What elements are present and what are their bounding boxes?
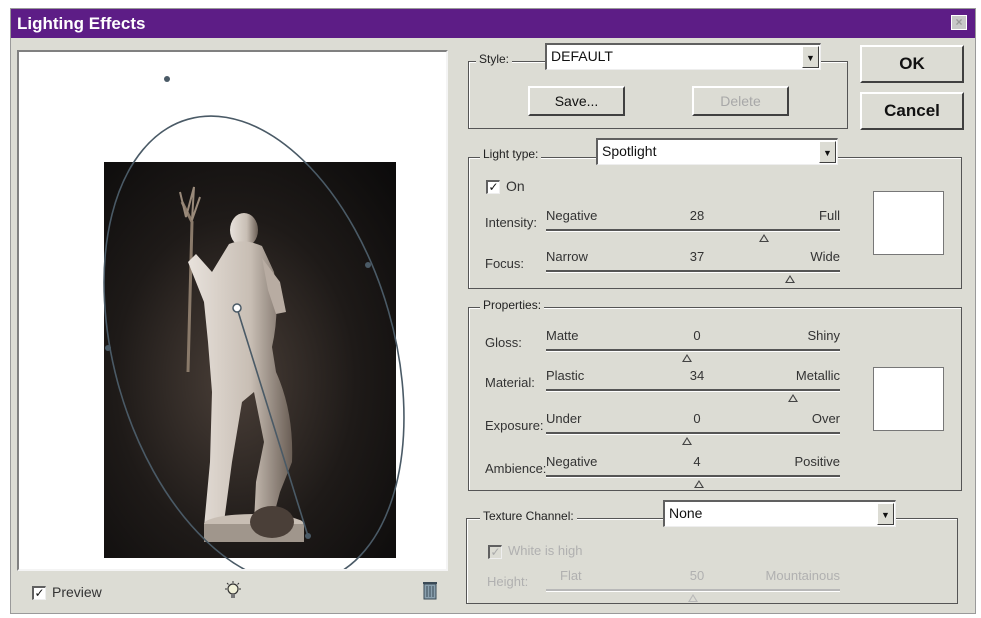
chevron-down-icon[interactable]: ▼	[802, 46, 819, 68]
white-is-high-label: White is high	[508, 543, 583, 558]
height-track[interactable]	[546, 589, 840, 592]
ellipse-handle-left[interactable]	[105, 345, 111, 351]
material-value: 34	[689, 368, 705, 383]
gloss-slider[interactable]: Matte 0 Shiny	[546, 328, 840, 372]
intensity-track[interactable]	[546, 229, 840, 232]
texture-channel-label: Texture Channel:	[480, 509, 577, 523]
chevron-down-icon[interactable]: ▼	[877, 503, 894, 525]
ok-button[interactable]: OK	[860, 45, 964, 83]
height-label: Height:	[487, 574, 529, 589]
intensity-label: Intensity:	[485, 215, 538, 230]
exposure-track[interactable]	[546, 432, 840, 435]
save-style-button[interactable]: Save...	[528, 86, 625, 116]
ambience-slider[interactable]: Negative 4 Positive	[546, 454, 840, 498]
ellipse-handle-top[interactable]	[164, 76, 170, 82]
style-value: DEFAULT	[551, 48, 613, 64]
white-is-high-checkbox[interactable]: ✓	[488, 545, 502, 559]
material-max-label: Metallic	[795, 368, 840, 383]
light-on-checkbox[interactable]: ✓	[486, 180, 500, 194]
height-min-label: Flat	[560, 568, 582, 583]
intensity-value: 28	[689, 208, 705, 223]
exposure-value: 0	[693, 411, 701, 426]
focus-max-label: Wide	[810, 249, 840, 264]
gloss-min-label: Matte	[546, 328, 579, 343]
gloss-label: Gloss:	[485, 335, 522, 350]
material-slider[interactable]: Plastic 34 Metallic	[546, 368, 840, 412]
exposure-slider[interactable]: Under 0 Over	[546, 411, 840, 455]
intensity-min-label: Negative	[546, 208, 598, 223]
delete-style-button[interactable]: Delete	[692, 86, 789, 116]
intensity-slider[interactable]: Negative 28 Full	[546, 208, 840, 252]
properties-label: Properties:	[480, 298, 545, 312]
ellipse-handle-right[interactable]	[365, 262, 371, 268]
height-slider[interactable]: Flat 50 Mountainous	[546, 568, 840, 612]
focus-thumb[interactable]	[785, 275, 796, 283]
chevron-down-icon[interactable]: ▼	[819, 141, 836, 163]
style-select[interactable]: DEFAULT ▼	[545, 43, 821, 70]
gloss-max-label: Shiny	[807, 328, 840, 343]
material-track[interactable]	[546, 389, 840, 392]
ambience-value: 4	[693, 454, 701, 469]
material-min-label: Plastic	[546, 368, 585, 383]
exposure-max-label: Over	[811, 411, 840, 426]
light-type-label: Light type:	[480, 147, 542, 161]
dialog-title: Lighting Effects	[17, 14, 146, 33]
preview-pane[interactable]	[17, 50, 448, 571]
ambience-max-label: Positive	[794, 454, 840, 469]
style-label: Style:	[476, 52, 513, 66]
style-group	[468, 61, 848, 129]
focus-value: 37	[689, 249, 705, 264]
intensity-max-label: Full	[819, 208, 840, 223]
height-thumb[interactable]	[688, 594, 698, 602]
ambient-color-swatch[interactable]	[873, 367, 944, 431]
exposure-label: Exposure:	[485, 418, 544, 433]
ambience-thumb[interactable]	[693, 480, 704, 488]
intensity-thumb[interactable]	[758, 234, 769, 242]
texture-channel-value: None	[669, 505, 703, 521]
close-icon[interactable]: ×	[951, 15, 967, 30]
material-thumb[interactable]	[787, 394, 798, 402]
texture-channel-select[interactable]: None ▼	[663, 500, 896, 527]
exposure-thumb[interactable]	[682, 437, 693, 445]
focus-min-label: Narrow	[546, 249, 588, 264]
height-value: 50	[689, 568, 705, 583]
gloss-value: 0	[693, 328, 701, 343]
preview-checkbox[interactable]: ✓	[32, 586, 46, 600]
title-bar: Lighting Effects ×	[11, 9, 975, 38]
light-on-label: On	[506, 178, 525, 194]
gloss-track[interactable]	[546, 349, 840, 352]
preview-label: Preview	[52, 584, 102, 600]
ambience-label: Ambience:	[485, 461, 547, 476]
light-type-value: Spotlight	[602, 143, 657, 159]
cancel-button[interactable]: Cancel	[860, 92, 964, 130]
height-max-label: Mountainous	[765, 568, 840, 583]
exposure-min-label: Under	[546, 411, 582, 426]
light-center-handle[interactable]	[232, 303, 242, 313]
light-type-select[interactable]: Spotlight ▼	[596, 138, 838, 165]
ellipse-handle-bottom[interactable]	[305, 533, 311, 539]
light-color-swatch[interactable]	[873, 191, 944, 255]
light-ellipse-overlay[interactable]	[19, 52, 446, 569]
ambience-min-label: Negative	[546, 454, 598, 469]
ambience-track[interactable]	[546, 475, 840, 478]
focus-track[interactable]	[546, 270, 840, 273]
focus-slider[interactable]: Narrow 37 Wide	[546, 249, 840, 293]
light-bulb-icon[interactable]	[222, 580, 244, 602]
gloss-thumb[interactable]	[682, 354, 693, 362]
material-label: Material:	[485, 375, 535, 390]
trash-icon[interactable]	[422, 580, 438, 600]
focus-label: Focus:	[485, 256, 525, 271]
